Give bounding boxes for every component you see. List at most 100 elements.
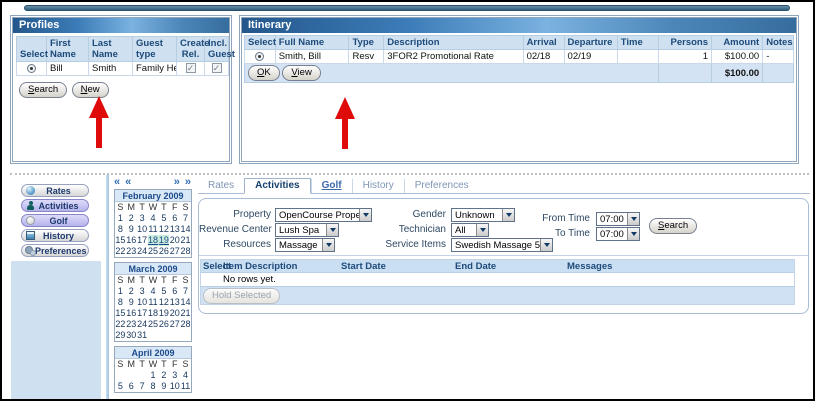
calendar-day[interactable]: 7 xyxy=(180,213,191,224)
calendar-day[interactable]: 18 xyxy=(148,235,159,246)
calendar-day[interactable]: 12 xyxy=(158,297,169,308)
technician-select[interactable]: All xyxy=(451,223,489,237)
calendar-day[interactable]: 19 xyxy=(158,308,169,319)
calendar-day[interactable]: 3 xyxy=(137,213,148,224)
calendar-day[interactable]: 11 xyxy=(180,381,191,392)
calendar-day[interactable]: 9 xyxy=(126,224,137,235)
calendar-day[interactable]: 5 xyxy=(115,381,126,392)
chevron-down-icon[interactable] xyxy=(502,209,514,221)
calendar-prev-icon[interactable]: « « xyxy=(114,176,132,189)
calendar-day[interactable]: 29 xyxy=(115,330,126,341)
calendar-day[interactable]: 17 xyxy=(137,308,148,319)
calendar-day[interactable]: 21 xyxy=(180,235,191,246)
calendar-day[interactable]: 19 xyxy=(158,235,169,246)
calendar-day[interactable]: 2 xyxy=(126,286,137,297)
calendar-day[interactable]: 30 xyxy=(126,330,137,341)
calendar-day[interactable]: 8 xyxy=(148,381,159,392)
calendar-day[interactable]: 15 xyxy=(115,235,126,246)
calendar-day[interactable]: 4 xyxy=(180,370,191,381)
calendar-day[interactable]: 23 xyxy=(126,319,137,330)
calendar-day[interactable]: 3 xyxy=(169,370,180,381)
calendar-day[interactable]: 6 xyxy=(126,381,137,392)
profile-select-radio[interactable] xyxy=(27,64,36,73)
resources-select[interactable]: Massage xyxy=(275,238,335,252)
calendar-day[interactable]: 10 xyxy=(137,297,148,308)
calendar-day[interactable]: 16 xyxy=(126,308,137,319)
gender-select[interactable]: Unknown xyxy=(451,208,515,222)
sidebar-item-rates[interactable]: Rates xyxy=(21,184,89,197)
calendar-day[interactable]: 20 xyxy=(169,235,180,246)
tab-history[interactable]: History xyxy=(352,179,404,193)
calendar-day[interactable]: 11 xyxy=(148,297,159,308)
calendar-day[interactable]: 1 xyxy=(115,286,126,297)
calendar-day[interactable]: 31 xyxy=(137,330,148,341)
calendar-day[interactable]: 9 xyxy=(126,297,137,308)
sidebar-item-history[interactable]: History xyxy=(21,229,89,242)
sidebar-item-preferences[interactable]: Preferences xyxy=(21,244,89,257)
calendar-day[interactable]: 4 xyxy=(148,286,159,297)
calendar-day[interactable]: 6 xyxy=(169,286,180,297)
calendar-day[interactable]: 25 xyxy=(148,246,159,257)
tab-preferences[interactable]: Preferences xyxy=(404,179,479,193)
tab-activities[interactable]: Activities xyxy=(244,178,310,194)
calendar-day[interactable]: 7 xyxy=(180,286,191,297)
sidebar-item-activities[interactable]: Activities xyxy=(21,199,89,212)
calendar-day[interactable]: 11 xyxy=(148,224,159,235)
ok-button[interactable]: OK xyxy=(248,65,280,81)
chevron-down-icon[interactable] xyxy=(627,228,639,240)
activities-search-button[interactable]: Search xyxy=(649,218,697,234)
sidebar-item-golf[interactable]: Golf xyxy=(21,214,89,227)
incl-guest-checkbox[interactable]: ✓ xyxy=(212,63,222,73)
from-time-select[interactable]: 07:00 xyxy=(596,212,640,226)
calendar-day[interactable]: 22 xyxy=(115,319,126,330)
chevron-down-icon[interactable] xyxy=(359,209,371,221)
hold-selected-button[interactable]: Hold Selected xyxy=(203,288,280,304)
calendar-day[interactable]: 12 xyxy=(158,224,169,235)
chevron-down-icon[interactable] xyxy=(476,224,488,236)
chevron-down-icon[interactable] xyxy=(627,213,639,225)
calendar-day[interactable]: 14 xyxy=(180,224,191,235)
calendar-day[interactable]: 5 xyxy=(158,286,169,297)
calendar-day[interactable]: 24 xyxy=(137,319,148,330)
calendar-day[interactable]: 28 xyxy=(180,319,191,330)
calendar-day[interactable]: 10 xyxy=(169,381,180,392)
collapsed-title-bar[interactable] xyxy=(24,5,790,11)
calendar-day[interactable]: 21 xyxy=(180,308,191,319)
calendar-day[interactable]: 26 xyxy=(158,246,169,257)
calendar-day[interactable]: 5 xyxy=(158,213,169,224)
calendar-day[interactable]: 23 xyxy=(126,246,137,257)
create-rel-checkbox[interactable]: ✓ xyxy=(186,63,196,73)
calendar-day[interactable]: 10 xyxy=(137,224,148,235)
calendar-day[interactable]: 8 xyxy=(115,297,126,308)
tab-rates[interactable]: Rates xyxy=(198,179,244,193)
splitter-bar[interactable] xyxy=(106,175,109,399)
calendar-day[interactable]: 9 xyxy=(158,381,169,392)
calendar-day[interactable]: 7 xyxy=(137,381,148,392)
calendar-next-icon[interactable]: » » xyxy=(174,176,192,189)
calendar-day[interactable]: 26 xyxy=(158,319,169,330)
calendar-day[interactable]: 13 xyxy=(169,224,180,235)
calendar-day[interactable]: 15 xyxy=(115,308,126,319)
chevron-down-icon[interactable] xyxy=(326,224,338,236)
revenue-center-select[interactable]: Lush Spa xyxy=(275,223,339,237)
calendar-day[interactable]: 28 xyxy=(180,246,191,257)
calendar-day[interactable]: 2 xyxy=(126,213,137,224)
search-button[interactable]: Search xyxy=(19,82,67,98)
calendar-day[interactable]: 8 xyxy=(115,224,126,235)
calendar-day[interactable]: 3 xyxy=(137,286,148,297)
to-time-select[interactable]: 07:00 xyxy=(596,227,640,241)
calendar-day[interactable]: 27 xyxy=(169,246,180,257)
property-select[interactable]: OpenCourse Property xyxy=(275,208,372,222)
chevron-down-icon[interactable] xyxy=(322,239,334,251)
calendar-day[interactable]: 2 xyxy=(158,370,169,381)
calendar-day[interactable]: 20 xyxy=(169,308,180,319)
calendar-day[interactable]: 13 xyxy=(169,297,180,308)
view-button[interactable]: View xyxy=(282,65,320,81)
calendar-day[interactable]: 22 xyxy=(115,246,126,257)
calendar-day[interactable]: 27 xyxy=(169,319,180,330)
calendar-day[interactable]: 6 xyxy=(169,213,180,224)
calendar-day[interactable]: 25 xyxy=(148,319,159,330)
itinerary-select-radio[interactable] xyxy=(255,52,264,61)
calendar-day[interactable]: 14 xyxy=(180,297,191,308)
calendar-day[interactable]: 1 xyxy=(115,213,126,224)
